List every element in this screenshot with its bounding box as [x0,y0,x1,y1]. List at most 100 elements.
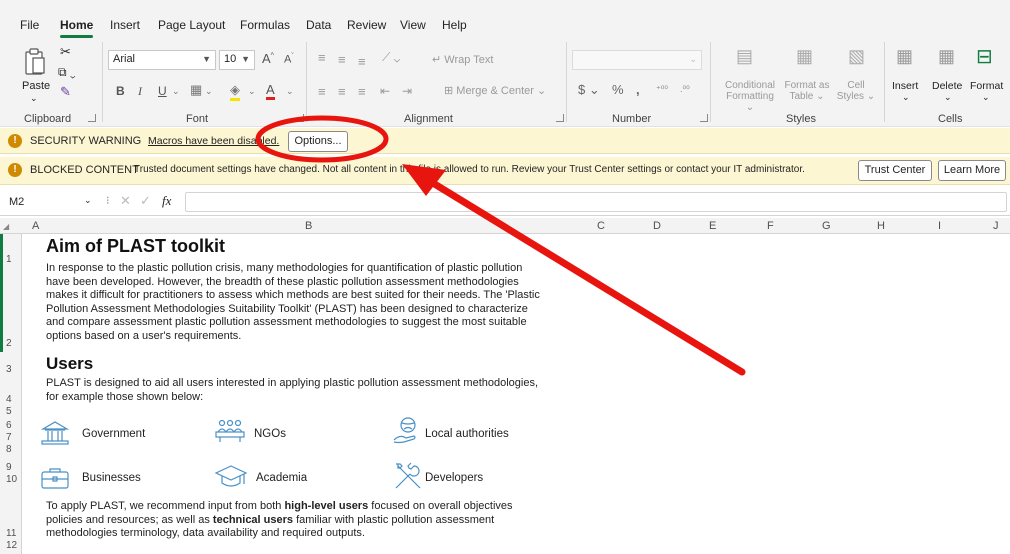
increase-decimal-icon[interactable]: ⁺⁰⁰ [656,84,668,95]
align-center-icon[interactable]: ≡ [338,84,346,99]
tab-home[interactable]: Home [60,18,93,32]
align-left-icon[interactable]: ≡ [318,84,326,99]
more-options-icon[interactable]: ⁝ [106,194,110,207]
chevron-down-icon[interactable]: ⌄ [982,92,990,103]
decrease-indent-icon[interactable]: ⇤ [380,84,390,98]
bold-icon[interactable]: B [116,84,125,98]
chevron-down-icon[interactable]: ⌄ [286,86,294,97]
column-header-g[interactable]: G [822,220,831,232]
wrap-text-button[interactable]: ↵ Wrap Text [432,53,493,66]
enter-icon[interactable]: ✓ [140,193,151,209]
row-header-6[interactable]: 6 [6,420,12,431]
tab-page-layout[interactable]: Page Layout [158,18,225,32]
cell-styles-icon[interactable]: ▧ [848,46,865,67]
delete-cells-label[interactable]: Delete [932,80,962,92]
tab-data[interactable]: Data [306,18,331,32]
font-size-select[interactable]: 10 ▼ [219,50,255,70]
tab-view[interactable]: View [400,18,426,32]
row-header-7[interactable]: 7 [6,432,12,443]
percent-icon[interactable]: % [612,82,624,97]
font-launcher-icon[interactable] [296,114,304,122]
decrease-decimal-icon[interactable]: .⁰⁰ [680,84,690,95]
fill-color-icon[interactable]: ◈ [230,82,240,101]
chevron-down-icon[interactable]: ⌄ [84,195,92,206]
tab-insert[interactable]: Insert [110,18,140,32]
align-bottom-icon[interactable]: ≡ [358,54,366,69]
delete-cells-icon[interactable]: ▦ [938,46,955,67]
column-header-e[interactable]: E [709,220,716,232]
tab-formulas[interactable]: Formulas [240,18,290,32]
align-middle-icon[interactable]: ≡ [338,52,346,67]
column-header-b[interactable]: B [305,220,312,232]
row-header-5[interactable]: 5 [6,406,12,417]
decrease-font-icon[interactable]: Aˇ [284,53,294,66]
currency-icon[interactable]: $ ⌄ [578,82,600,98]
format-as-table-button[interactable]: Format as Table ⌄ [782,80,832,102]
format-painter-icon[interactable]: ✎ [60,84,71,100]
cell-styles-button[interactable]: Cell Styles ⌄ [836,80,876,102]
tab-review[interactable]: Review [347,18,386,32]
row-header-11[interactable]: 11 [6,528,16,539]
column-header-d[interactable]: D [653,220,661,232]
insert-cells-label[interactable]: Insert [892,80,918,92]
row-header-10[interactable]: 10 [6,474,17,485]
format-as-table-icon[interactable]: ▦ [796,46,813,67]
chevron-down-icon[interactable]: ⌄ [944,92,952,103]
tab-help[interactable]: Help [442,18,467,32]
paste-button[interactable] [24,48,46,81]
merge-center-button[interactable]: ⊞ Merge & Center ⌄ [444,84,546,97]
conditional-formatting-icon[interactable]: ▤ [736,46,753,67]
copy-icon[interactable]: ⧉ ⌄ [58,65,76,80]
orientation-icon[interactable]: ⟋ ⌄ [382,50,400,65]
chevron-down-icon[interactable]: ⌄ [30,93,38,104]
chevron-down-icon[interactable]: ⌄ [205,86,213,97]
column-header-a[interactable]: A [32,220,39,232]
alignment-launcher-icon[interactable] [556,114,564,122]
chevron-down-icon[interactable]: ⌄ [172,86,180,97]
trust-center-button[interactable]: Trust Center [858,160,932,181]
options-button[interactable]: Options... [288,131,348,152]
comma-icon[interactable]: , [636,82,640,97]
formula-input[interactable] [185,192,1007,212]
format-cells-label[interactable]: Format [970,80,1003,92]
row-header-9[interactable]: 9 [6,462,12,473]
underline-icon[interactable]: U [158,84,167,98]
align-right-icon[interactable]: ≡ [358,84,366,99]
font-name-select[interactable]: Arial ▼ [108,50,216,70]
learn-more-button[interactable]: Learn More [938,160,1006,181]
clipboard-launcher-icon[interactable] [88,114,96,122]
borders-icon[interactable]: ▦ [190,82,202,98]
chevron-down-icon[interactable]: ⌄ [248,86,256,97]
column-header-c[interactable]: C [597,220,605,232]
column-header-i[interactable]: I [938,220,941,232]
worksheet[interactable]: Aim of PLAST toolkit In response to the … [22,234,1010,554]
row-header-2[interactable]: 2 [6,338,12,349]
aim-line: have been developed. However, the breadt… [46,275,519,288]
row-header-4[interactable]: 4 [6,394,12,405]
format-cells-icon[interactable]: ⊟ [976,44,993,69]
font-color-icon[interactable]: A [266,82,275,100]
row-header-1[interactable]: 1 [6,254,12,265]
column-header-f[interactable]: F [767,220,774,232]
align-top-icon[interactable]: ≡ [318,50,326,65]
select-all-icon[interactable]: ◢ [3,222,9,231]
macros-disabled-link[interactable]: Macros have been disabled. [148,135,279,147]
increase-indent-icon[interactable]: ⇥ [402,84,412,98]
chevron-down-icon[interactable]: ⌄ [902,92,910,103]
row-header-3[interactable]: 3 [6,364,12,375]
number-launcher-icon[interactable] [700,114,708,122]
column-header-h[interactable]: H [877,220,885,232]
tab-file[interactable]: File [20,18,39,32]
column-header-j[interactable]: J [993,220,999,232]
insert-function-icon[interactable]: fx [162,193,171,209]
increase-font-icon[interactable]: A^ [262,51,274,66]
cut-icon[interactable]: ✂ [60,44,71,60]
row-header-8[interactable]: 8 [6,444,12,455]
italic-icon[interactable]: I [138,84,142,99]
cancel-icon[interactable]: ✕ [120,193,131,209]
font-name-value: Arial [113,53,136,65]
insert-cells-icon[interactable]: ▦ [896,46,913,67]
row-header-12[interactable]: 12 [6,540,17,551]
number-format-select[interactable]: ⌄ [572,50,702,70]
conditional-formatting-button[interactable]: Conditional Formatting ⌄ [722,80,778,113]
